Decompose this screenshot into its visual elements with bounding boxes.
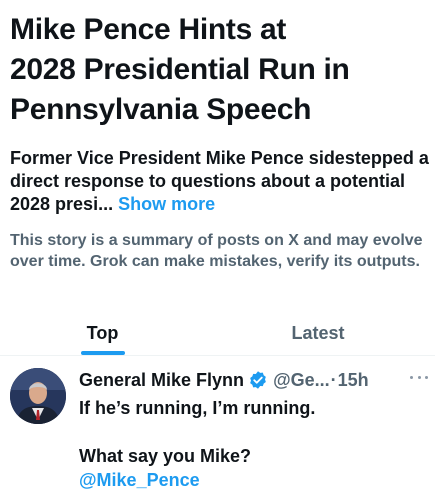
more-options-icon[interactable] <box>410 371 428 383</box>
tab-bar: Top Latest <box>0 312 435 356</box>
mention-link[interactable]: @Mike_Pence <box>79 468 429 492</box>
post-text: If he’s running, I’m running. What say y… <box>79 396 429 492</box>
headline-line-3: Pennsylvania Speech <box>10 93 312 126</box>
post-timestamp[interactable]: 15h <box>338 369 369 391</box>
summary-text: Former Vice President Mike Pence sideste… <box>10 148 429 214</box>
post-item[interactable]: General Mike Flynn @Ge... · 15h If he’s … <box>0 358 435 500</box>
header-separator: · <box>330 370 337 390</box>
author-handle[interactable]: @Ge... <box>273 369 330 391</box>
story-summary: Former Vice President Mike Pence sideste… <box>10 147 430 216</box>
post-line-1: If he’s running, I’m running. <box>79 398 316 418</box>
headline-line-1: Mike Pence Hints at <box>10 13 287 46</box>
tab-latest[interactable]: Latest <box>218 312 418 355</box>
verified-badge-icon <box>248 370 268 390</box>
tab-top[interactable]: Top <box>0 312 205 355</box>
grok-disclaimer: This story is a summary of posts on X an… <box>10 232 423 270</box>
headline-line-2: 2028 Presidential Run in <box>10 53 350 86</box>
active-tab-indicator <box>81 351 125 355</box>
author-name[interactable]: General Mike Flynn <box>79 369 244 391</box>
avatar[interactable] <box>10 368 66 424</box>
show-more-link[interactable]: Show more <box>118 194 215 214</box>
post-line-2: What say you Mike? <box>79 446 252 466</box>
post-header: General Mike Flynn @Ge... · 15h <box>79 368 429 392</box>
story-headline: Mike Pence Hints at 2028 Presidential Ru… <box>10 10 428 130</box>
